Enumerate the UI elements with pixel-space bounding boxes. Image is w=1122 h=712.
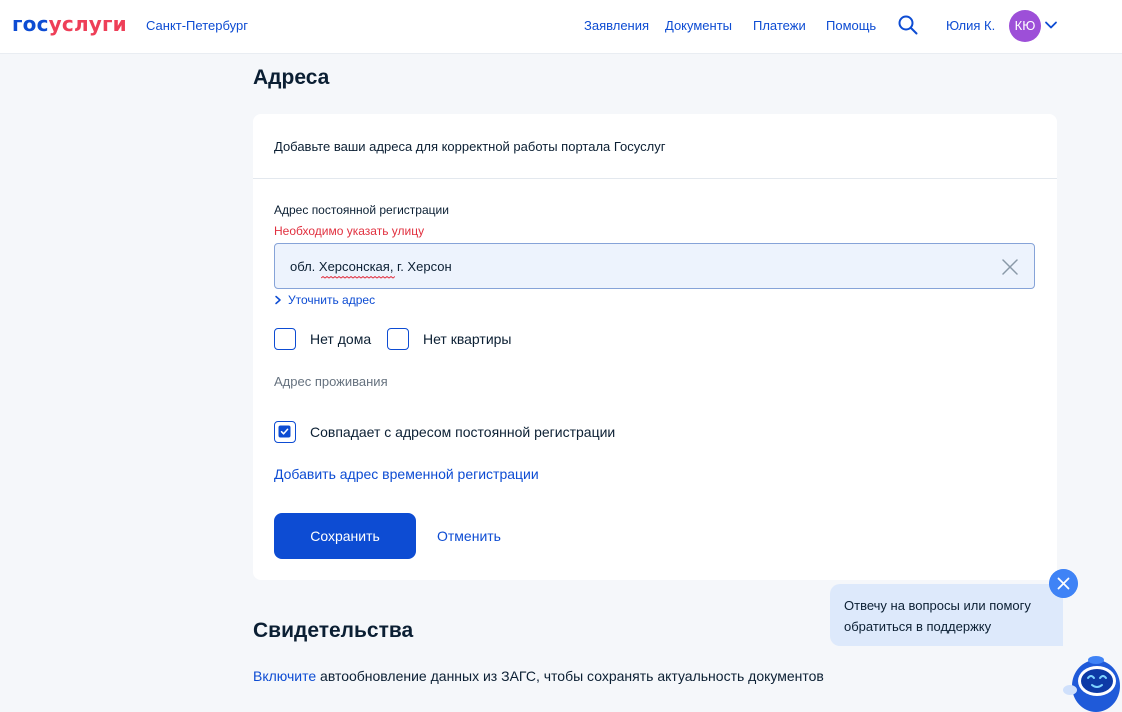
nav-help[interactable]: Помощь	[826, 18, 876, 33]
close-icon[interactable]	[1049, 569, 1078, 598]
no-flat-checkbox[interactable]	[387, 328, 409, 350]
same-as-registration-label[interactable]: Совпадает с адресом постоянной регистрац…	[310, 424, 615, 440]
no-house-label[interactable]: Нет дома	[310, 331, 371, 347]
checkmark-icon	[278, 425, 291, 438]
registration-address-label: Адрес постоянной регистрации	[274, 203, 449, 217]
top-header: госуслуги Санкт-Петербург Заявления Доку…	[0, 0, 1122, 54]
addresses-intro: Добавьте ваши адреса для корректной рабо…	[274, 139, 666, 154]
certificates-heading: Свидетельства	[253, 619, 414, 642]
avatar[interactable]: КЮ	[1009, 10, 1041, 42]
chevron-right-icon	[275, 295, 281, 305]
gosuslugi-logo[interactable]: госуслуги	[12, 12, 127, 36]
spellcheck-underline	[321, 276, 395, 279]
certificates-description-text: автообновление данных из ЗАГС, чтобы сох…	[316, 668, 824, 684]
addresses-card: Добавьте ваши адреса для корректной рабо…	[253, 114, 1057, 580]
logo-part-uslugi: услуги	[48, 12, 127, 36]
no-house-checkbox[interactable]	[274, 328, 296, 350]
chevron-down-icon[interactable]	[1044, 18, 1058, 32]
refine-address-link[interactable]: Уточнить адрес	[274, 293, 375, 307]
cancel-button[interactable]: Отменить	[437, 528, 501, 544]
registration-address-input[interactable]: обл. Херсонская, г. Херсон	[274, 243, 1035, 289]
save-button[interactable]: Сохранить	[274, 513, 416, 559]
residence-address-label: Адрес проживания	[274, 374, 388, 389]
logo-part-gos: гос	[12, 12, 49, 36]
assistant-bubble[interactable]: Отвечу на вопросы или помогу обратиться …	[830, 584, 1063, 646]
enable-autoupdate-link[interactable]: Включите	[253, 668, 316, 684]
nav-documents[interactable]: Документы	[665, 18, 732, 33]
addresses-heading: Адреса	[253, 66, 330, 89]
add-temporary-address-link[interactable]: Добавить адрес временной регистрации	[274, 466, 539, 482]
assistant-robot-icon[interactable]	[1062, 650, 1122, 712]
search-icon[interactable]	[897, 14, 919, 36]
registration-address-value[interactable]: обл. Херсонская, г. Херсон	[290, 259, 452, 274]
divider	[253, 178, 1057, 179]
close-icon[interactable]	[1000, 257, 1020, 277]
nav-payments[interactable]: Платежи	[753, 18, 806, 33]
refine-address-label: Уточнить адрес	[288, 293, 376, 307]
no-flat-label[interactable]: Нет квартиры	[423, 331, 511, 347]
user-name[interactable]: Юлия К.	[946, 18, 995, 33]
region-selector[interactable]: Санкт-Петербург	[146, 18, 248, 33]
same-as-registration-checkbox[interactable]	[274, 421, 296, 443]
certificates-description: Включите автообновление данных из ЗАГС, …	[253, 668, 824, 684]
nav-applications[interactable]: Заявления	[584, 18, 649, 33]
registration-address-error: Необходимо указать улицу	[274, 224, 425, 238]
assistant-bubble-text: Отвечу на вопросы или помогу обратиться …	[844, 598, 1031, 634]
